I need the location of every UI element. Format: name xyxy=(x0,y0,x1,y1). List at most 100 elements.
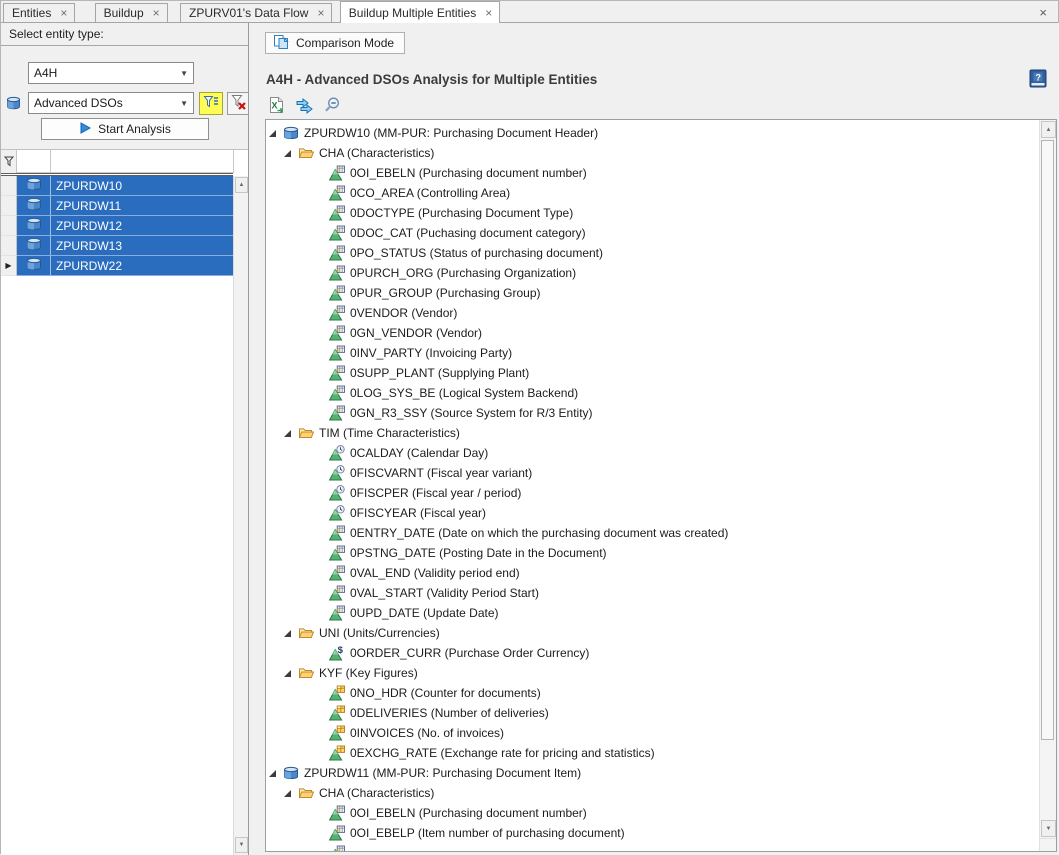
filter-button[interactable] xyxy=(199,92,223,115)
panel-close-icon[interactable]: × xyxy=(1039,5,1047,20)
start-analysis-button[interactable]: Start Analysis xyxy=(41,118,209,140)
tree-scrollbar[interactable]: ▲ ▼ xyxy=(1039,120,1056,851)
entity-row[interactable]: ZPURDW12 xyxy=(1,216,248,236)
tree-item[interactable]: 0OI_EBELP (Item number of purchasing doc… xyxy=(266,823,1039,843)
database-icon xyxy=(26,216,42,235)
tree-item[interactable]: 0SUPP_PLANT (Supplying Plant) xyxy=(266,363,1039,383)
tree-item[interactable]: 0GN_VENDOR (Vendor) xyxy=(266,323,1039,343)
tree-item[interactable]: 0PO_STATUS (Status of purchasing documen… xyxy=(266,243,1039,263)
tree-item[interactable]: ZPURDW10 (MM-PUR: Purchasing Document He… xyxy=(266,123,1039,143)
tree-item[interactable]: 0DOC_CAT (Puchasing document category) xyxy=(266,223,1039,243)
entity-row[interactable]: ZPURDW11 xyxy=(1,196,248,216)
tab-entities[interactable]: Entities× xyxy=(3,3,75,22)
cha-icon xyxy=(329,405,345,421)
excel-export-icon[interactable]: X xyxy=(267,96,286,115)
expander-icon[interactable] xyxy=(268,769,283,778)
expander-icon[interactable] xyxy=(268,129,283,138)
tree-item[interactable]: 0VENDOR (Vendor) xyxy=(266,303,1039,323)
expander-icon[interactable] xyxy=(283,149,298,158)
tree-item[interactable]: ZPURDW11 (MM-PUR: Purchasing Document It… xyxy=(266,763,1039,783)
tree-item[interactable]: 0FISCPER (Fiscal year / period) xyxy=(266,483,1039,503)
tree-item[interactable]: 0FISCYEAR (Fiscal year) xyxy=(266,503,1039,523)
tree-item[interactable]: 0UPD_DATE (Update Date) xyxy=(266,603,1039,623)
tree-item[interactable]: 0LOG_SYS_BE (Logical System Backend) xyxy=(266,383,1039,403)
tree-item-label: 0OI_EBELN (Purchasing document number) xyxy=(350,166,587,180)
row-selector-cell[interactable] xyxy=(1,176,17,196)
entity-type-dropdown[interactable]: Advanced DSOs ▼ xyxy=(28,92,194,114)
scroll-up-icon[interactable]: ▲ xyxy=(1041,121,1056,138)
scroll-down-icon[interactable]: ▼ xyxy=(1041,820,1056,837)
tree-item[interactable] xyxy=(266,843,1039,851)
row-selector-cell[interactable] xyxy=(1,196,17,216)
cha-icon xyxy=(329,285,345,301)
cha-icon xyxy=(329,825,345,841)
row-selector-cell[interactable] xyxy=(1,216,17,236)
tree-item-label: 0PUR_GROUP (Purchasing Group) xyxy=(350,286,541,300)
row-selector-cell[interactable] xyxy=(1,236,17,256)
tree-item[interactable]: 0VAL_END (Validity period end) xyxy=(266,563,1039,583)
tree-item-label: 0FISCPER (Fiscal year / period) xyxy=(350,486,521,500)
entity-row[interactable]: ZPURDW13 xyxy=(1,236,248,256)
scroll-up-icon[interactable]: ▲ xyxy=(235,177,248,193)
expander-icon[interactable] xyxy=(283,669,298,678)
tree-item[interactable]: UNI (Units/Currencies) xyxy=(266,623,1039,643)
clear-filter-button[interactable] xyxy=(227,92,249,115)
tree-item[interactable]: 0OI_EBELN (Purchasing document number) xyxy=(266,163,1039,183)
expander-icon[interactable] xyxy=(283,429,298,438)
tree-item[interactable]: 0VAL_START (Validity Period Start) xyxy=(266,583,1039,603)
tree-item[interactable]: $0ORDER_CURR (Purchase Order Currency) xyxy=(266,643,1039,663)
tree-item[interactable]: 0CO_AREA (Controlling Area) xyxy=(266,183,1039,203)
close-tab-icon[interactable]: × xyxy=(485,7,492,19)
scrollbar-thumb[interactable] xyxy=(1041,140,1054,740)
flow-arrows-icon[interactable] xyxy=(295,96,314,115)
tree-item[interactable]: 0DELIVERIES (Number of deliveries) xyxy=(266,703,1039,723)
tree-item[interactable]: KYF (Key Figures) xyxy=(266,663,1039,683)
entity-list-scrollbar[interactable]: ▲ ▼ xyxy=(233,176,248,855)
tree-item[interactable]: 0ENTRY_DATE (Date on which the purchasin… xyxy=(266,523,1039,543)
tree-item[interactable]: 0PSTNG_DATE (Posting Date in the Documen… xyxy=(266,543,1039,563)
tree-item[interactable]: 0OI_EBELN (Purchasing document number) xyxy=(266,803,1039,823)
close-tab-icon[interactable]: × xyxy=(153,7,160,19)
expander-icon[interactable] xyxy=(283,629,298,638)
expander-icon[interactable] xyxy=(283,789,298,798)
tree-item[interactable]: CHA (Characteristics) xyxy=(266,143,1039,163)
tree-item[interactable]: 0EXCHG_RATE (Exchange rate for pricing a… xyxy=(266,743,1039,763)
tree-item[interactable]: TIM (Time Characteristics) xyxy=(266,423,1039,443)
entity-row[interactable]: ▶ ZPURDW22 xyxy=(1,256,248,276)
tree-item[interactable]: 0NO_HDR (Counter for documents) xyxy=(266,683,1039,703)
tree-item[interactable]: 0CALDAY (Calendar Day) xyxy=(266,443,1039,463)
tree-item-label: 0GN_VENDOR (Vendor) xyxy=(350,326,482,340)
comparison-mode-button[interactable]: Comparison Mode xyxy=(265,32,405,54)
tree-item[interactable]: 0PURCH_ORG (Purchasing Organization) xyxy=(266,263,1039,283)
entity-list-filter-cell-name[interactable] xyxy=(51,150,234,173)
cha-icon xyxy=(329,385,345,401)
tree-item[interactable]: 0INV_PARTY (Invoicing Party) xyxy=(266,343,1039,363)
dso-icon xyxy=(283,125,299,141)
cha-icon xyxy=(329,525,345,541)
zoom-out-icon[interactable] xyxy=(323,96,342,115)
tree-item[interactable]: 0FISCVARNT (Fiscal year variant) xyxy=(266,463,1039,483)
tree-item[interactable]: 0INVOICES (No. of invoices) xyxy=(266,723,1039,743)
copy-pages-icon xyxy=(273,34,289,53)
tree-item[interactable]: 0PUR_GROUP (Purchasing Group) xyxy=(266,283,1039,303)
tree-item[interactable]: 0GN_R3_SSY (Source System for R/3 Entity… xyxy=(266,403,1039,423)
cha-icon xyxy=(329,305,345,321)
system-dropdown[interactable]: A4H ▼ xyxy=(28,62,194,84)
tree-item[interactable]: CHA (Characteristics) xyxy=(266,783,1039,803)
entity-row[interactable]: ZPURDW10 xyxy=(1,176,248,196)
tree-item[interactable]: 0DOCTYPE (Purchasing Document Type) xyxy=(266,203,1039,223)
cha-icon xyxy=(329,545,345,561)
entity-name: ZPURDW22 xyxy=(51,256,234,276)
tree-item-label: 0PSTNG_DATE (Posting Date in the Documen… xyxy=(350,546,607,560)
row-selector-cell[interactable]: ▶ xyxy=(1,256,17,276)
entity-list-filter-cell-icon[interactable] xyxy=(17,150,51,173)
close-tab-icon[interactable]: × xyxy=(60,7,67,19)
scroll-down-icon[interactable]: ▼ xyxy=(235,837,248,853)
help-book-icon[interactable]: ? xyxy=(1029,69,1047,88)
close-tab-icon[interactable]: × xyxy=(317,7,324,19)
tab-zpurv01-s-data-flow[interactable]: ZPURV01's Data Flow× xyxy=(180,3,332,22)
chevron-down-icon: ▼ xyxy=(180,99,188,108)
tab-buildup[interactable]: Buildup× xyxy=(95,3,168,22)
tab-buildup-multiple-entities[interactable]: Buildup Multiple Entities× xyxy=(340,1,500,23)
filter-row-icon[interactable] xyxy=(1,150,17,173)
